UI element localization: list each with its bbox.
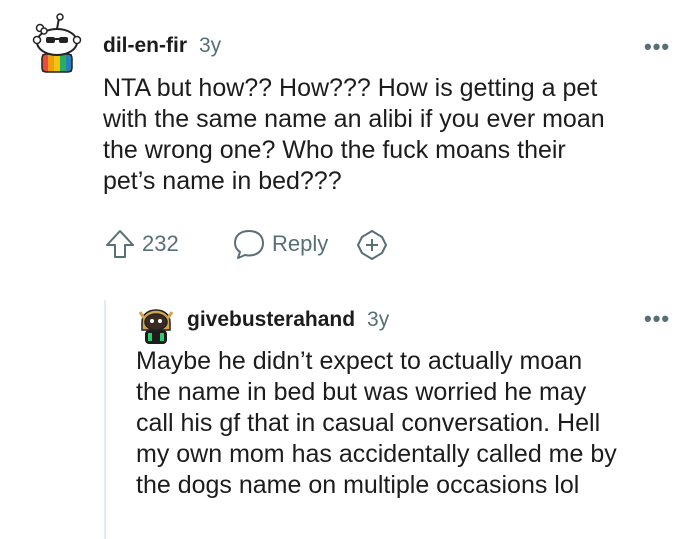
reply-body-line: Maybe he didn’t expect to actually moan: [136, 347, 583, 375]
comment-body-line: with the same name an alibi if you ever …: [103, 105, 605, 133]
reply-body-line: call his gf that in casual conversation.…: [136, 409, 601, 437]
upvote-count: 232: [142, 231, 179, 256]
comment-age: 3y: [199, 34, 222, 57]
reply-more-options-button[interactable]: •••: [644, 308, 670, 330]
snoo-avatar-icon: [32, 13, 82, 73]
add-award-icon: [357, 230, 387, 260]
reply-body-line: the dogs name on multiple occasions lol: [136, 471, 580, 499]
upvote-control[interactable]: 232: [104, 228, 179, 260]
comment-more-options-button[interactable]: •••: [644, 36, 670, 58]
reply-header: givebusterahand 3y: [187, 308, 389, 332]
reply-body-line: the name in bed but was worried he may: [136, 378, 587, 406]
reply-username[interactable]: givebusterahand: [187, 308, 355, 332]
reply-age: 3y: [367, 308, 390, 331]
comment-header: dil-en-fir 3y: [103, 34, 221, 58]
reply-button[interactable]: Reply: [232, 228, 328, 260]
reply-avatar[interactable]: [136, 300, 176, 344]
reply-body: Maybe he didn’t expect to actually moan …: [136, 346, 617, 501]
comment-username[interactable]: dil-en-fir: [103, 34, 187, 58]
upvote-arrow-icon[interactable]: [104, 228, 136, 260]
reply-body-line: my own mom has accidentally called me by: [136, 440, 617, 468]
comment-body-line: NTA but how?? How??? How is getting a pe…: [103, 74, 598, 102]
reply-label: Reply: [272, 231, 329, 256]
comment-body: NTA but how?? How??? How is getting a pe…: [103, 73, 605, 197]
thread-line[interactable]: [104, 300, 106, 539]
snoo-avatar-icon: [138, 309, 174, 344]
add-award-button[interactable]: [355, 229, 389, 266]
comment-body-line: pet’s name in bed???: [103, 167, 342, 195]
commenter-avatar[interactable]: [26, 12, 86, 78]
speech-bubble-icon: [234, 230, 264, 259]
comment-body-line: the wrong one? Who the fuck moans their: [103, 136, 566, 164]
